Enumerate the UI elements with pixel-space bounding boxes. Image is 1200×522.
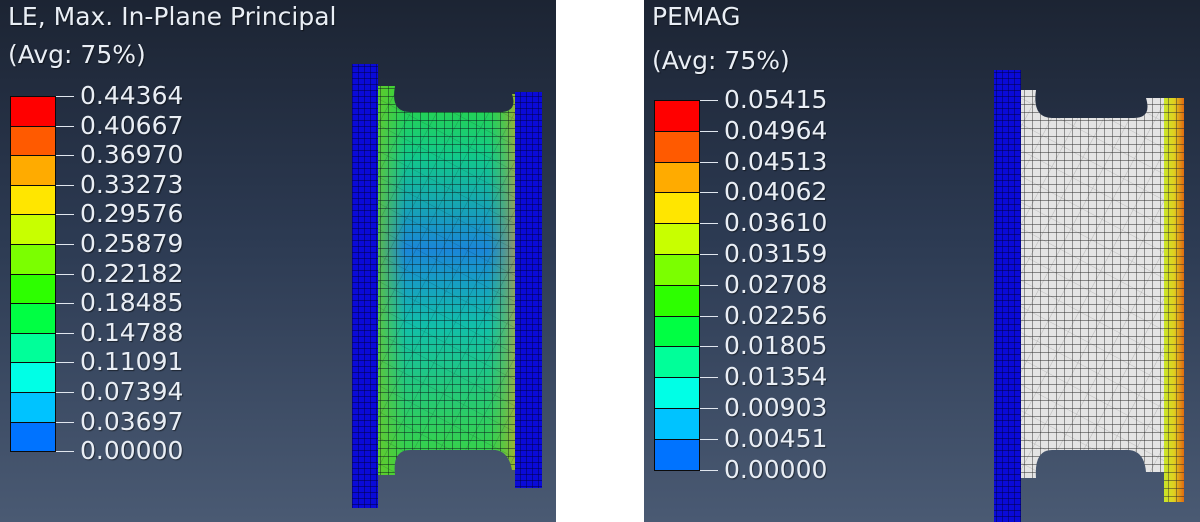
legend-tick (56, 184, 74, 186)
legend-swatch (10, 96, 56, 127)
legend-value: 0.00903 (724, 393, 828, 422)
legend-swatch (654, 315, 700, 348)
legend-tick (56, 332, 74, 334)
contour-subtitle: (Avg: 75%) (8, 40, 146, 69)
legend-value: 0.04964 (724, 115, 828, 145)
legend-tick (700, 469, 718, 471)
contour-title: PEMAG (652, 2, 741, 31)
legend-value: 0.00000 (80, 436, 184, 466)
legend-value: 0.03697 (80, 406, 184, 436)
legend-tick (700, 408, 718, 409)
legend-tick (56, 125, 74, 127)
contour-title: LE, Max. In-Plane Principal (8, 2, 337, 31)
legend-swatch (654, 223, 700, 255)
legend-swatch (10, 155, 56, 186)
legend-swatch (10, 125, 56, 157)
legend-value: 0.01354 (724, 362, 828, 392)
deformed-mesh-model (994, 70, 1184, 522)
legend-tick (700, 284, 718, 286)
legend-value: 0.03610 (724, 208, 828, 238)
legend-swatch (654, 284, 700, 317)
legend-swatch (10, 184, 56, 216)
legend-value: 0.04513 (724, 146, 828, 176)
legend-value: 0.29576 (80, 199, 184, 229)
legend-tick (56, 96, 74, 97)
legend-value: 0.36970 (80, 140, 184, 170)
legend-value: 0.40667 (80, 110, 184, 140)
legend-value: 0.11091 (80, 347, 184, 377)
legend-tick (700, 315, 718, 317)
contour-subtitle: (Avg: 75%) (652, 46, 790, 75)
legend-tick (56, 155, 74, 157)
legend-value: 0.05415 (724, 85, 828, 114)
legend-swatch (10, 392, 56, 423)
legend-swatch (10, 273, 56, 305)
legend-swatch (10, 362, 56, 393)
legend-tick (700, 223, 718, 225)
legend-value: 0.44364 (80, 81, 184, 110)
legend-swatch (654, 408, 700, 440)
legend-tick (700, 192, 718, 194)
legend-tick (700, 346, 718, 348)
legend-value: 0.07394 (80, 377, 184, 406)
legend-value: 0.02708 (724, 269, 828, 299)
legend-swatch (10, 303, 56, 334)
legend-swatch (654, 346, 700, 379)
legend-tick (56, 303, 74, 305)
legend-swatch (654, 130, 700, 163)
legend-swatch (654, 254, 700, 286)
legend-tick (700, 438, 718, 440)
deformed-mesh-model (352, 64, 542, 508)
legend-swatch (10, 421, 56, 453)
legend-tick (56, 244, 74, 245)
legend-tick (56, 451, 74, 453)
legend-swatch (654, 377, 700, 409)
legend-tick (56, 421, 74, 423)
legend-swatch (10, 332, 56, 364)
legend-value: 0.04062 (724, 177, 828, 207)
legend-swatch (10, 214, 56, 245)
legend-value: 0.33273 (80, 169, 184, 199)
legend-tick (700, 377, 718, 379)
legend-tick (700, 254, 718, 255)
legend-value: 0.18485 (80, 288, 184, 318)
plastic-strain-panel: PEMAG (Avg: 75%) 0.05415 0.04964 0.04513 0.… (644, 0, 1200, 522)
legend-value: 0.03159 (724, 239, 828, 268)
legend-swatch (10, 244, 56, 275)
legend-swatch (654, 438, 700, 471)
legend-tick (56, 273, 74, 275)
legend-value: 0.02256 (724, 300, 828, 330)
legend-tick (56, 214, 74, 216)
legend-swatch (654, 161, 700, 194)
legend-swatch (654, 100, 700, 132)
legend-swatch (654, 192, 700, 225)
legend-value: 0.00000 (724, 454, 828, 484)
legend-value: 0.22182 (80, 258, 184, 288)
legend-tick (56, 392, 74, 393)
legend-tick (700, 161, 718, 163)
legend-value: 0.01805 (724, 331, 828, 361)
legend-tick (700, 130, 718, 132)
legend-tick (700, 100, 718, 101)
legend-tick (56, 362, 74, 364)
strain-contour-panel: LE, Max. In-Plane Principal (Avg: 75%) 0… (0, 0, 556, 522)
legend-value: 0.00451 (724, 423, 828, 453)
legend-value: 0.25879 (80, 229, 184, 258)
legend-value: 0.14788 (80, 317, 184, 347)
